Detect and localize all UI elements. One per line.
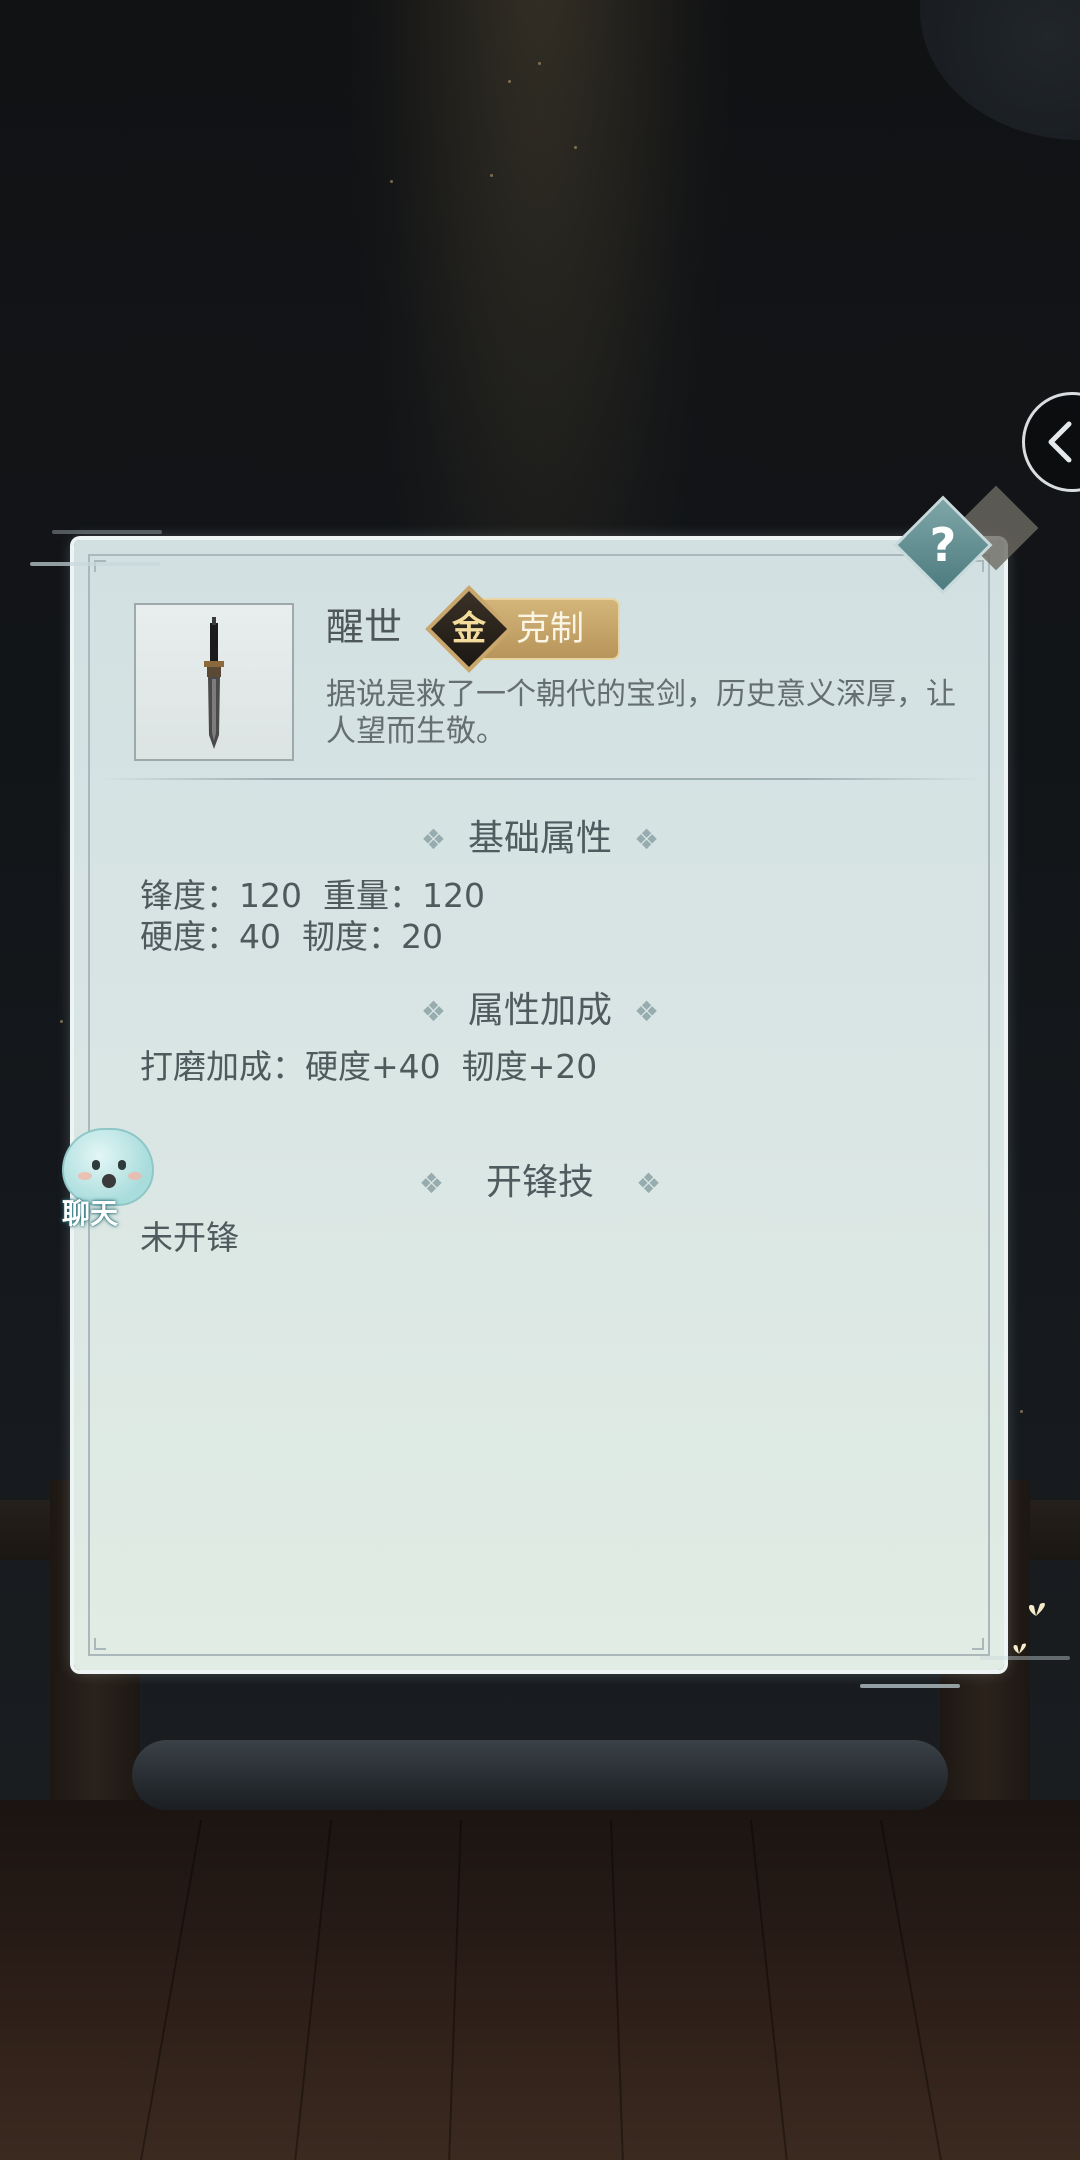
- moth-icon: [1013, 1643, 1027, 1654]
- question-icon: ?: [929, 518, 957, 572]
- item-name: 醒世: [326, 605, 403, 649]
- cloud-decoration: [860, 1684, 960, 1688]
- diamond-ornament-icon: ❖: [634, 823, 660, 856]
- section-title-sharpen-skill: ❖ 开锋技 ❖: [418, 1162, 662, 1203]
- diamond-ornament-icon: ❖: [418, 1167, 444, 1200]
- stat-line: 硬度：40 韧度：20: [140, 917, 443, 956]
- section-title-base-attributes: ❖ 基础属性 ❖: [420, 818, 660, 859]
- chevron-left-icon: [1048, 421, 1072, 463]
- chat-button[interactable]: 聊天: [40, 1128, 160, 1238]
- section-title-attribute-bonus: ❖ 属性加成 ❖: [420, 990, 660, 1031]
- stat-line: 锋度：120 重量：120: [140, 876, 485, 915]
- diamond-ornament-icon: ❖: [420, 995, 446, 1028]
- divider: [100, 778, 980, 780]
- item-thumbnail: [134, 603, 294, 761]
- cloud-decoration: [30, 562, 160, 566]
- cloud-decoration: [52, 530, 162, 534]
- diamond-ornament-icon: ❖: [636, 1167, 662, 1200]
- gold-element-icon: 金: [452, 609, 486, 649]
- diamond-ornament-icon: ❖: [420, 823, 446, 856]
- stat-line: 打磨加成：硬度+40 韧度+20: [140, 1047, 598, 1086]
- sword-icon: [204, 617, 224, 749]
- diamond-ornament-icon: ❖: [634, 995, 660, 1028]
- game-scene: ? 醒世 克制 金 据说是救了一个朝代的宝剑，历史意义深厚，让人望而生敬。 ❖ 基…: [0, 0, 1080, 2160]
- chat-label: 聊天: [62, 1197, 119, 1230]
- item-description: 据说是救了一个朝代的宝剑，历史意义深厚，让人望而生敬。: [326, 677, 956, 749]
- wooden-floor: [0, 1800, 1080, 2160]
- moth-icon: [1029, 1602, 1045, 1616]
- scroll-bottom-roll: [132, 1740, 948, 1810]
